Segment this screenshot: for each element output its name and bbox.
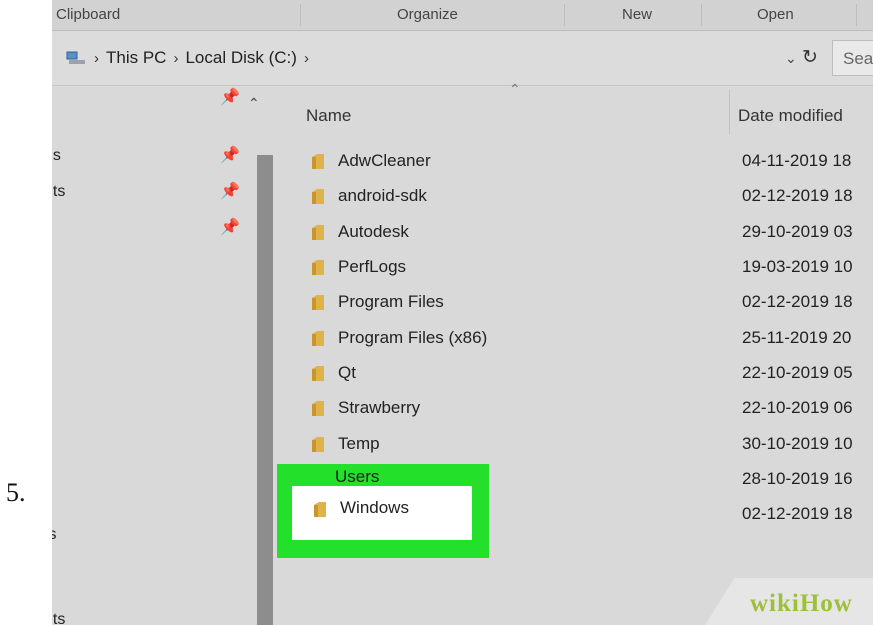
file-name: Qt xyxy=(338,363,356,382)
folder-icon xyxy=(312,295,324,310)
file-name: Program Files xyxy=(338,292,444,311)
ribbon-group-new: New xyxy=(622,6,653,23)
pin-icon: 📌 xyxy=(220,183,240,200)
ribbon-group-clipboard: Clipboard xyxy=(56,6,121,23)
breadcrumb-this-pc[interactable]: This PC xyxy=(106,48,166,68)
file-name: Autodesk xyxy=(338,222,409,241)
file-row[interactable]: Program Files (x86) 25-11-2019 20 xyxy=(310,324,873,356)
nav-item-documents-2[interactable]: nts xyxy=(52,606,252,625)
file-row[interactable]: Autodesk 29-10-2019 03 xyxy=(310,218,873,250)
ribbon-group-organize: Organize xyxy=(397,6,458,23)
file-date: 22-10-2019 06 xyxy=(742,398,853,417)
file-name: Temp xyxy=(338,434,380,453)
folder-icon xyxy=(312,225,324,240)
breadcrumb-local-disk[interactable]: Local Disk (C:) xyxy=(185,48,296,68)
pin-icon: 📌 xyxy=(220,147,240,164)
nav-item-desktop[interactable]: ts xyxy=(52,521,252,551)
file-date: 25-11-2019 20 xyxy=(742,328,852,347)
this-pc-icon xyxy=(66,51,85,64)
file-date: 02-12-2019 18 xyxy=(742,292,853,311)
pin-icon: 📌 xyxy=(220,89,240,106)
highlight-box: Users Windows xyxy=(277,464,489,558)
file-name: AdwCleaner xyxy=(338,151,431,170)
windows-folder-name: Windows xyxy=(340,498,409,517)
nav-item-label: ts xyxy=(52,526,57,543)
file-date: 30-10-2019 10 xyxy=(742,434,853,453)
file-row[interactable]: Program Files 02-12-2019 18 xyxy=(310,288,873,320)
file-row[interactable]: Temp 30-10-2019 10 xyxy=(310,430,873,462)
file-row[interactable]: android-sdk 02-12-2019 18 xyxy=(310,182,873,214)
file-name: PerfLogs xyxy=(338,257,407,276)
nav-item-label: nts xyxy=(52,183,66,200)
refresh-icon[interactable]: ↻ xyxy=(802,46,818,69)
nav-item-label: ds xyxy=(52,147,61,164)
nav-item-downloads[interactable]: ds 📌 xyxy=(52,142,252,172)
chevron-right-icon[interactable]: › xyxy=(173,50,178,67)
file-date: 02-12-2019 18 xyxy=(742,186,853,205)
ribbon-divider xyxy=(701,4,702,26)
file-row[interactable]: Strawberry 22-10-2019 06 xyxy=(310,394,873,426)
watermark-how: How xyxy=(799,590,853,617)
step-number: 5. xyxy=(6,478,26,507)
address-dropdown-icon[interactable]: ⌄ xyxy=(785,50,797,67)
file-name-obscured: Users xyxy=(335,470,380,484)
file-name: Program Files (x86) xyxy=(338,328,488,347)
folder-icon xyxy=(314,502,326,517)
nav-item-pinned[interactable]: 📌 xyxy=(52,84,252,114)
sort-ascending-icon: ⌃ xyxy=(509,81,521,97)
file-name: Strawberry xyxy=(338,398,421,417)
file-date: 29-10-2019 03 xyxy=(742,222,853,241)
nav-item-label: nts xyxy=(52,611,66,625)
file-date: 22-10-2019 05 xyxy=(742,363,853,382)
folder-icon xyxy=(312,154,324,169)
file-list-header: ⌃ Name Date modified xyxy=(304,81,873,136)
column-header-date-modified[interactable]: Date modified xyxy=(738,106,843,126)
file-row[interactable]: AdwCleaner 04-11-2019 18 xyxy=(310,147,873,179)
file-row[interactable]: PerfLogs 19-03-2019 10 xyxy=(310,253,873,285)
ribbon-divider xyxy=(300,4,301,26)
column-header-name[interactable]: Name xyxy=(306,106,351,126)
folder-icon xyxy=(312,437,324,452)
search-input[interactable]: Search Local Disk (C:) xyxy=(832,40,873,76)
file-date: 02-12-2019 18 xyxy=(742,504,853,523)
folder-icon xyxy=(312,401,324,416)
address-bar[interactable]: › This PC › Local Disk (C:) › ⌄ ↻ Search… xyxy=(52,31,873,86)
ribbon-group-open: Open xyxy=(757,6,794,23)
wikihow-watermark: wikiHow xyxy=(750,590,853,618)
file-row[interactable]: Qt 22-10-2019 05 xyxy=(310,359,873,391)
ribbon-divider xyxy=(564,4,565,26)
file-name: android-sdk xyxy=(338,186,427,205)
pin-icon: 📌 xyxy=(220,219,240,236)
file-date: 28-10-2019 16 xyxy=(742,469,853,488)
file-explorer-window: Clipboard Organize New Open › This PC › … xyxy=(52,0,873,625)
file-date: 19-03-2019 10 xyxy=(742,257,853,276)
file-date: 04-11-2019 18 xyxy=(742,151,852,170)
folder-icon xyxy=(312,260,324,275)
ribbon-group-labels: Clipboard Organize New Open xyxy=(52,0,873,31)
nav-scrollbar-thumb[interactable] xyxy=(257,155,273,625)
nav-item-documents[interactable]: nts 📌 xyxy=(52,178,252,208)
watermark-wiki: wiki xyxy=(750,590,800,617)
folder-icon xyxy=(312,189,324,204)
chevron-right-icon[interactable]: › xyxy=(94,50,99,67)
folder-icon xyxy=(312,331,324,346)
column-divider[interactable] xyxy=(729,90,730,134)
folder-icon xyxy=(312,366,324,381)
chevron-right-icon[interactable]: › xyxy=(304,50,309,67)
ribbon-divider xyxy=(856,4,857,26)
nav-item-pictures[interactable]: 📌 xyxy=(52,214,252,244)
navigation-pane: ⌃ 📌 ds 📌 nts 📌 📌 ts nts xyxy=(52,86,272,625)
